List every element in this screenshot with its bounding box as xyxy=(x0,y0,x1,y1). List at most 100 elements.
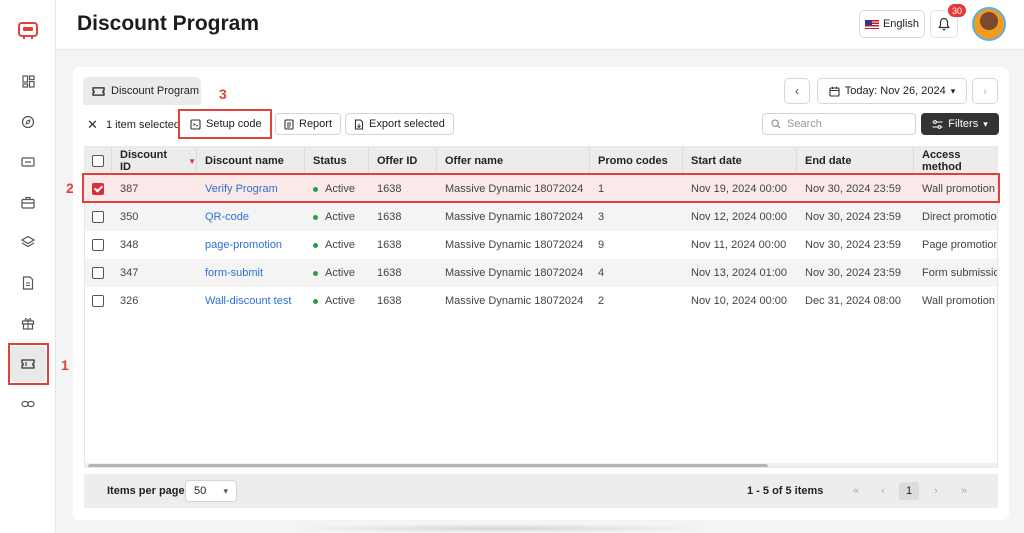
filters-label: Filters xyxy=(948,118,979,130)
dashboard-icon[interactable] xyxy=(20,73,36,89)
cell-offer-id-text: 1638 xyxy=(377,267,402,279)
col-discount-id[interactable]: Discount ID ▼ xyxy=(112,147,197,175)
cell-offer-name-text: Massive Dynamic 18072024 xyxy=(445,267,584,279)
cell-status-text: Active xyxy=(325,239,355,251)
clear-selection-icon[interactable]: ✕ xyxy=(87,117,98,133)
cell-end-date: Nov 30, 2024 23:59 xyxy=(797,203,901,231)
table-row[interactable]: 347 form-submit Active 1638 Massive Dynamic … xyxy=(85,259,997,287)
cell-start-date: Nov 11, 2024 00:00 xyxy=(683,231,786,259)
chevron-left-icon: ‹ xyxy=(795,84,799,98)
table-row[interactable]: 326 Wall-discount test Active 1638 Massive D… xyxy=(85,287,997,315)
chevron-down-icon: ▾ xyxy=(950,85,956,96)
col-offer-id[interactable]: Offer ID xyxy=(369,147,437,175)
cell-start-date: Nov 10, 2024 00:00 xyxy=(683,287,787,315)
briefcase-icon[interactable] xyxy=(20,194,36,210)
items-per-page-select[interactable]: 50 ▾ xyxy=(185,480,237,502)
status-dot-icon xyxy=(313,214,318,220)
cell-discount-id: 350 xyxy=(112,203,138,231)
cell-offer-id-text: 1638 xyxy=(377,211,402,223)
cell-offer-name: Massive Dynamic 18072024 xyxy=(437,259,583,287)
cell-offer-name: Massive Dynamic 18072024 xyxy=(437,287,583,315)
ticket-icon xyxy=(92,86,105,96)
col-end-date-label: End date xyxy=(805,155,852,167)
col-promo-codes-label: Promo codes xyxy=(598,155,668,167)
col-status[interactable]: Status xyxy=(305,147,369,175)
cell-access-method-text: Page promotion xyxy=(922,239,998,251)
cell-start-date: Nov 12, 2024 00:00 xyxy=(683,203,787,231)
col-discount-name[interactable]: Discount name xyxy=(197,147,305,175)
status-dot-icon xyxy=(313,270,318,276)
filters-button[interactable]: Filters ▾ xyxy=(921,113,999,135)
sort-desc-icon[interactable]: ▼ xyxy=(188,157,196,166)
cell-discount-name[interactable]: QR-code xyxy=(197,203,249,231)
table-row[interactable]: 348 page-promotion Active 1638 Massive Dynam… xyxy=(85,231,998,259)
cell-access-method-text: Wall promotion xyxy=(922,295,995,307)
bell-icon xyxy=(938,17,950,31)
table-row[interactable]: 350 QR-code Active 1638 Massive Dynamic 1807… xyxy=(85,203,997,231)
compass-icon[interactable] xyxy=(20,114,36,130)
notifications-badge: 30 xyxy=(948,4,966,17)
col-start-date[interactable]: Start date xyxy=(683,147,797,175)
avatar[interactable] xyxy=(972,7,1006,41)
tab-label: Discount Program xyxy=(111,85,200,97)
cell-discount-name[interactable]: page-promotion xyxy=(197,231,282,259)
col-end-date[interactable]: End date xyxy=(797,147,914,175)
layers-icon[interactable] xyxy=(20,234,36,250)
cell-end-date: Nov 30, 2024 23:59 xyxy=(797,259,901,287)
app-logo-icon[interactable] xyxy=(17,20,39,42)
items-per-page-value: 50 xyxy=(194,485,207,497)
cell-access-method: Form submission xyxy=(914,259,997,287)
col-promo-codes[interactable]: Promo codes xyxy=(590,147,683,175)
cell-offer-id-text: 1638 xyxy=(377,239,402,251)
annotation-step-3: 3 xyxy=(219,86,227,102)
report-button[interactable]: Report xyxy=(275,113,342,135)
document-icon[interactable] xyxy=(20,275,36,291)
tickets-icon[interactable] xyxy=(20,154,36,170)
cell-offer-id: 1638 xyxy=(369,203,401,231)
row-checkbox[interactable] xyxy=(92,295,104,307)
cell-status-text: Active xyxy=(325,295,355,307)
search-placeholder: Search xyxy=(787,118,822,130)
col-access-method[interactable]: Access method xyxy=(914,147,997,175)
page-title: Discount Program xyxy=(77,12,260,35)
col-access-method-label: Access method xyxy=(922,149,962,173)
selection-count: 1 item selected xyxy=(106,119,180,131)
next-date-button[interactable]: › xyxy=(972,78,998,104)
export-selected-button[interactable]: Export selected xyxy=(345,113,454,135)
chevron-right-icon: › xyxy=(983,84,987,98)
cell-discount-id: 347 xyxy=(112,259,138,287)
cell-promo-codes: 3 xyxy=(590,203,604,231)
cell-discount-id-text: 326 xyxy=(120,295,139,307)
chevron-down-icon: ▾ xyxy=(983,118,988,129)
row-checkbox[interactable] xyxy=(92,267,104,279)
search-input[interactable]: Search xyxy=(762,113,916,135)
gift-icon[interactable] xyxy=(20,315,36,331)
select-all-checkbox[interactable] xyxy=(92,155,104,167)
last-page-button[interactable]: » xyxy=(954,482,974,500)
cell-start-date-text: Nov 10, 2024 00:00 xyxy=(691,295,788,307)
col-offer-name[interactable]: Offer name xyxy=(437,147,590,175)
cell-discount-name-text: page-promotion xyxy=(205,239,283,251)
prev-page-button[interactable]: ‹ xyxy=(873,482,893,500)
prev-date-button[interactable]: ‹ xyxy=(784,78,810,104)
cell-discount-name[interactable]: Wall-discount test xyxy=(197,287,291,315)
cell-discount-name[interactable]: form-submit xyxy=(197,259,263,287)
cell-discount-id-text: 350 xyxy=(120,211,139,223)
page-number-button[interactable]: 1 xyxy=(899,482,919,500)
chevron-down-icon: ▾ xyxy=(223,485,228,496)
row-checkbox[interactable] xyxy=(92,239,104,251)
first-page-button[interactable]: « xyxy=(846,482,866,500)
date-picker[interactable]: Today: Nov 26, 2024 ▾ xyxy=(817,78,967,104)
horizontal-scrollbar-thumb[interactable] xyxy=(88,464,768,467)
col-status-label: Status xyxy=(313,155,347,167)
language-selector[interactable]: English xyxy=(859,10,925,38)
tab-discount-program[interactable]: Discount Program xyxy=(83,77,201,105)
col-offer-name-label: Offer name xyxy=(445,155,504,167)
next-page-button[interactable]: › xyxy=(926,482,946,500)
link-icon[interactable] xyxy=(20,396,36,412)
cell-promo-codes-text: 2 xyxy=(598,295,605,307)
cell-discount-id: 348 xyxy=(112,231,138,259)
cell-offer-name-text: Massive Dynamic 18072024 xyxy=(445,211,584,223)
row-checkbox[interactable] xyxy=(92,211,104,223)
sliders-icon xyxy=(932,119,943,129)
